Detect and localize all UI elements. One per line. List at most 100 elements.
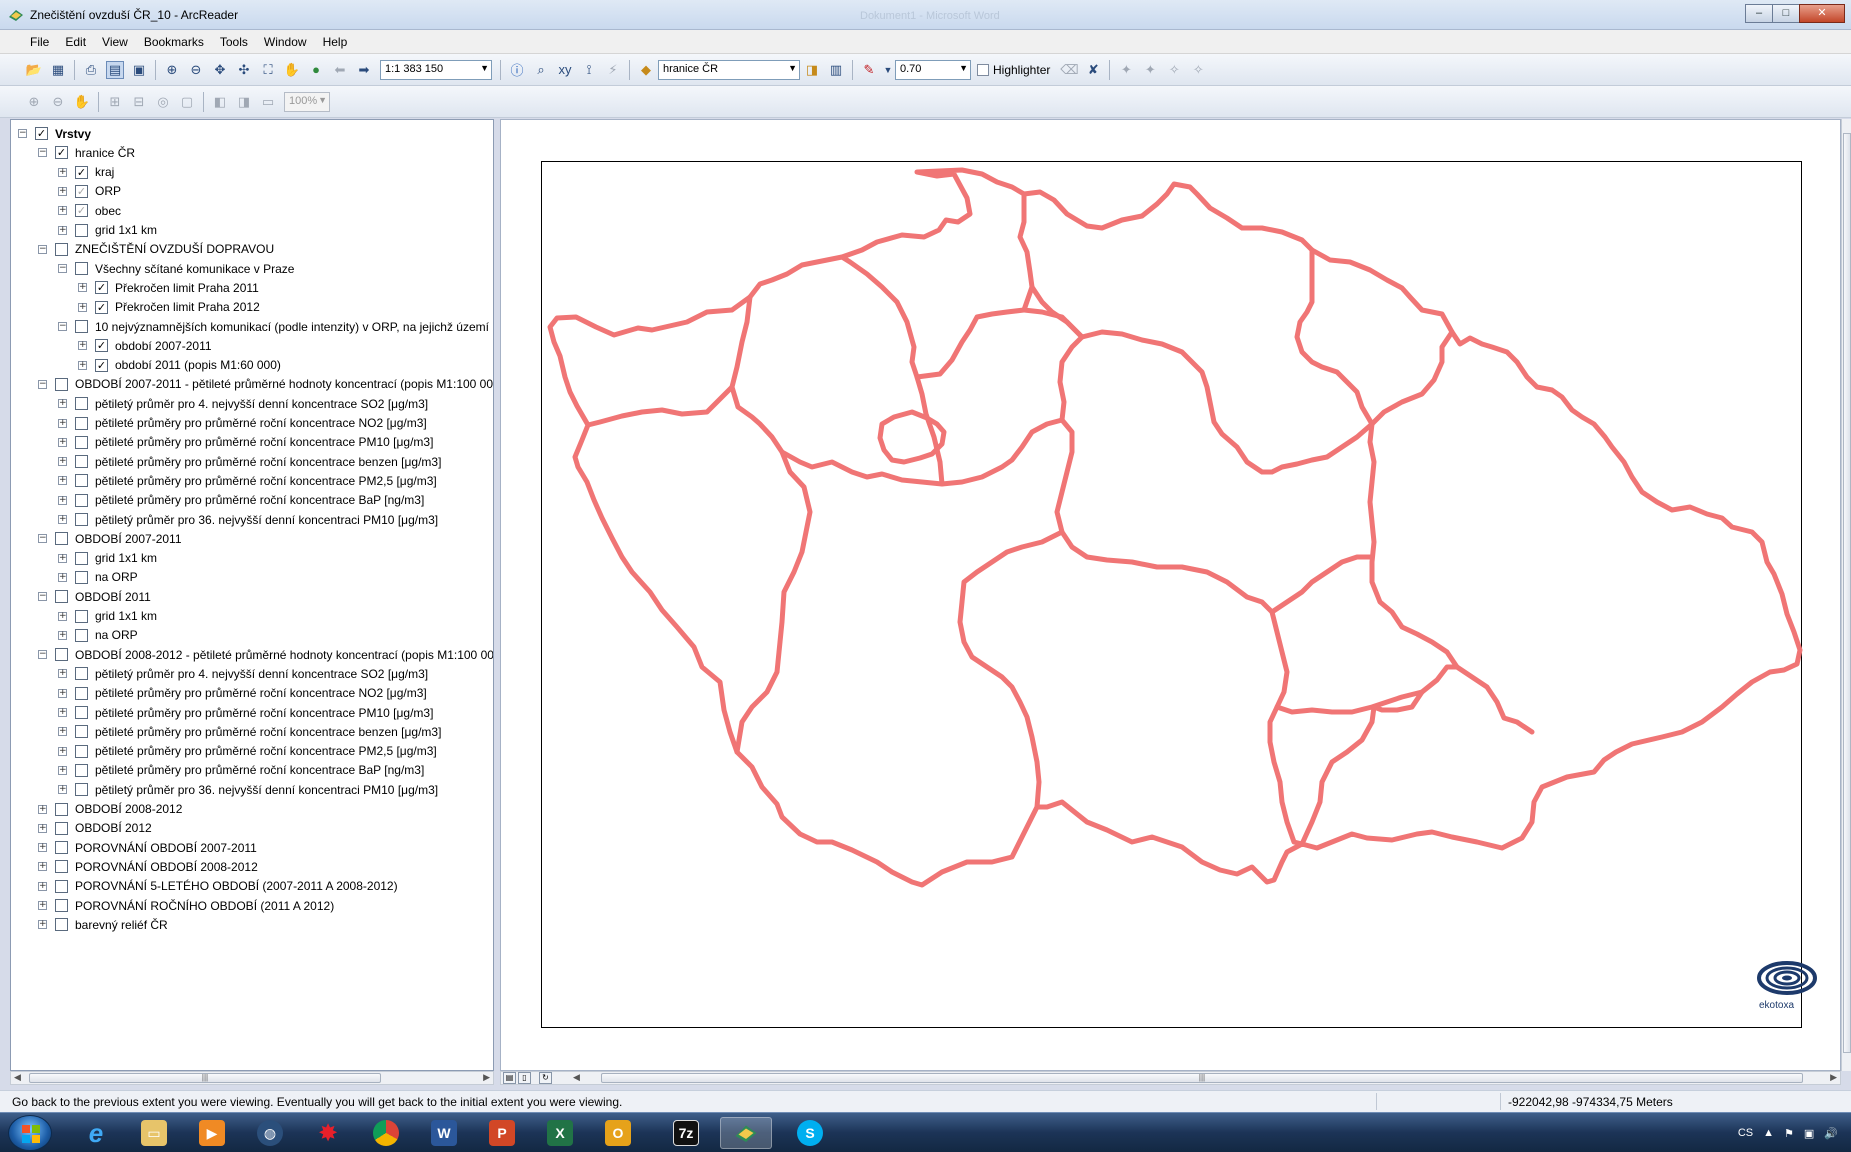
toc-layer-row[interactable]: + POROVNÁNÍ 5-LETÉHO OBDOBÍ (2007-2011 A … xyxy=(38,877,398,896)
arcreader-taskbar-icon[interactable] xyxy=(720,1117,772,1149)
expand-plus-icon[interactable]: + xyxy=(38,843,47,853)
collapse-minus-icon[interactable]: − xyxy=(58,264,67,274)
toc-horizontal-scrollbar[interactable]: ◀ ||| ▶ xyxy=(10,1071,494,1085)
layer-visibility-checkbox[interactable] xyxy=(75,744,88,758)
layout-view-tab-icon[interactable]: ▯ xyxy=(518,1072,531,1084)
collapse-minus-icon[interactable]: − xyxy=(38,592,47,602)
toc-layer-row[interactable]: + pětiletý průměr pro 36. nejvyšší denní … xyxy=(58,780,438,799)
find-binoculars-icon[interactable]: ⌕ xyxy=(532,61,550,79)
menu-window[interactable]: Window xyxy=(256,30,315,53)
menu-tools[interactable]: Tools xyxy=(212,30,256,53)
word-icon[interactable]: W xyxy=(418,1117,470,1149)
scrollbar-thumb[interactable] xyxy=(1843,133,1851,1053)
expand-plus-icon[interactable]: + xyxy=(38,862,47,872)
layer-visibility-checkbox[interactable] xyxy=(75,493,88,507)
layer-visibility-checkbox[interactable] xyxy=(75,551,88,565)
toc-layer-row[interactable]: − OBDOBÍ 2007-2011 xyxy=(38,529,182,548)
toc-layer-row[interactable]: − 10 nejvýznamnějších komunikací (podle i… xyxy=(58,317,493,336)
arcmap-icon[interactable]: ◍ xyxy=(244,1117,296,1149)
layout-back-icon[interactable]: ◧ xyxy=(211,93,229,111)
identify-icon[interactable]: ⓘ xyxy=(508,61,526,79)
expand-plus-icon[interactable]: + xyxy=(38,920,47,930)
tray-expand-icon[interactable]: ▲ xyxy=(1763,1127,1774,1139)
data-view-tab-icon[interactable]: ▤ xyxy=(503,1072,516,1084)
layer-visibility-checkbox[interactable] xyxy=(75,455,88,469)
hyperlink-icon[interactable]: ⚡ xyxy=(604,61,622,79)
toc-layer-row[interactable]: + pětileté průměry pro průměrné roční kon… xyxy=(58,414,427,433)
expand-plus-icon[interactable]: + xyxy=(38,823,47,833)
flicker-layer-icon[interactable]: ▥ xyxy=(827,61,845,79)
menu-help[interactable]: Help xyxy=(315,30,356,53)
expand-plus-icon[interactable]: + xyxy=(58,476,67,486)
expand-plus-icon[interactable]: + xyxy=(58,186,67,196)
toc-layer-row[interactable]: + POROVNÁNÍ ROČNÍHO OBDOBÍ (2011 A 2012) xyxy=(38,896,334,915)
expand-plus-icon[interactable]: + xyxy=(38,881,47,891)
layer-visibility-checkbox[interactable] xyxy=(55,879,68,893)
pen-color-icon[interactable]: ✎ xyxy=(860,61,878,79)
layer-visibility-checkbox[interactable] xyxy=(75,628,88,642)
maximize-button[interactable]: □ xyxy=(1772,4,1800,23)
close-button[interactable]: ✕ xyxy=(1799,4,1845,23)
layer-visibility-checkbox[interactable] xyxy=(75,513,88,526)
expand-plus-icon[interactable]: + xyxy=(58,611,67,621)
map-view[interactable]: ekotoxa xyxy=(500,119,1841,1071)
scroll-left-icon[interactable]: ◀ xyxy=(573,1072,580,1083)
layer-visibility-checkbox[interactable]: ✓ xyxy=(55,146,68,160)
expand-plus-icon[interactable]: + xyxy=(58,515,67,524)
volume-icon[interactable]: 🔊 xyxy=(1824,1127,1838,1140)
menu-edit[interactable]: Edit xyxy=(57,30,94,53)
layout-zoom-in-icon[interactable]: ⊕ xyxy=(25,93,43,111)
layer-visibility-checkbox[interactable] xyxy=(55,648,68,662)
toc-layer-row[interactable]: + pětileté průměry pro průměrné roční kon… xyxy=(58,722,441,741)
layer-visibility-checkbox[interactable] xyxy=(55,590,68,604)
paint-icon[interactable]: ✸ xyxy=(302,1117,354,1149)
layout-view-icon[interactable]: ▣ xyxy=(130,61,148,79)
layer-visibility-checkbox[interactable] xyxy=(55,242,68,256)
toc-layer-row[interactable]: − ✓ hranice ČR xyxy=(38,143,135,162)
expand-plus-icon[interactable]: + xyxy=(38,901,47,910)
network-icon[interactable]: ▣ xyxy=(1804,1127,1814,1140)
eraser-icon[interactable]: ⌫ xyxy=(1060,61,1078,79)
action-center-flag-icon[interactable]: ⚑ xyxy=(1784,1127,1794,1140)
collapse-minus-icon[interactable]: − xyxy=(38,534,47,544)
layer-visibility-checkbox[interactable] xyxy=(75,416,88,430)
layer-visibility-checkbox[interactable] xyxy=(55,918,68,932)
highlighter-checkbox-box[interactable] xyxy=(977,63,989,76)
swipe-layer-icon[interactable]: ◨ xyxy=(803,61,821,79)
collapse-minus-icon[interactable]: − xyxy=(38,244,47,254)
toc-layer-row[interactable]: + barevný reliéf ČR xyxy=(38,915,168,934)
layer-visibility-checkbox[interactable] xyxy=(75,725,88,739)
collapse-minus-icon[interactable]: − xyxy=(58,322,67,331)
expand-plus-icon[interactable]: + xyxy=(58,785,67,795)
language-indicator[interactable]: CS xyxy=(1738,1127,1753,1139)
excel-icon[interactable]: X xyxy=(534,1117,586,1149)
expand-plus-icon[interactable]: + xyxy=(58,669,67,679)
layer-visibility-checkbox[interactable]: ✓ xyxy=(95,300,108,314)
scroll-right-icon[interactable]: ▶ xyxy=(1830,1072,1837,1083)
refresh-icon[interactable]: ↻ xyxy=(539,1072,552,1084)
toc-layer-row[interactable]: + pětiletý průměr pro 4. nejvyšší denní k… xyxy=(58,394,428,413)
layer-visibility-checkbox[interactable] xyxy=(75,474,88,488)
line-width-combo[interactable]: 0.70 ▼ xyxy=(895,59,971,80)
toc-layer-row[interactable]: + pětiletý průměr pro 36. nejvyšší denní … xyxy=(58,510,438,529)
layout-zoom-combo[interactable]: 100% ▼ xyxy=(284,91,330,112)
layer-visibility-checkbox[interactable] xyxy=(55,377,68,391)
expand-plus-icon[interactable]: + xyxy=(58,688,67,698)
toc-layer-row[interactable]: + ✓ období 2007-2011 xyxy=(78,336,212,355)
layout-zoom-out-icon[interactable]: ⊖ xyxy=(49,93,67,111)
toc-layer-row[interactable]: + pětileté průměry pro průměrné roční kon… xyxy=(58,471,437,490)
expand-plus-icon[interactable]: + xyxy=(58,167,67,177)
layer-visibility-checkbox[interactable]: ✓ xyxy=(75,184,88,198)
expand-plus-icon[interactable]: + xyxy=(58,630,67,640)
layer-visibility-checkbox[interactable] xyxy=(75,223,88,237)
start-button[interactable] xyxy=(8,1115,52,1151)
full-extent-icon[interactable]: ⛶ xyxy=(259,61,277,79)
back-arrow-icon[interactable]: ⬅ xyxy=(331,61,349,79)
toc-layer-row[interactable]: + ✓ Překročen limit Praha 2011 xyxy=(78,278,259,297)
media-player-icon[interactable]: ▶ xyxy=(186,1117,238,1149)
toc-layer-row[interactable]: − ✓ Vrstvy xyxy=(18,124,91,143)
expand-plus-icon[interactable]: + xyxy=(58,708,67,717)
print-icon[interactable]: ⎙ xyxy=(82,61,100,79)
zoom-out-icon[interactable]: ⊖ xyxy=(187,61,205,79)
gps-icon-3[interactable]: ✧ xyxy=(1165,61,1183,79)
